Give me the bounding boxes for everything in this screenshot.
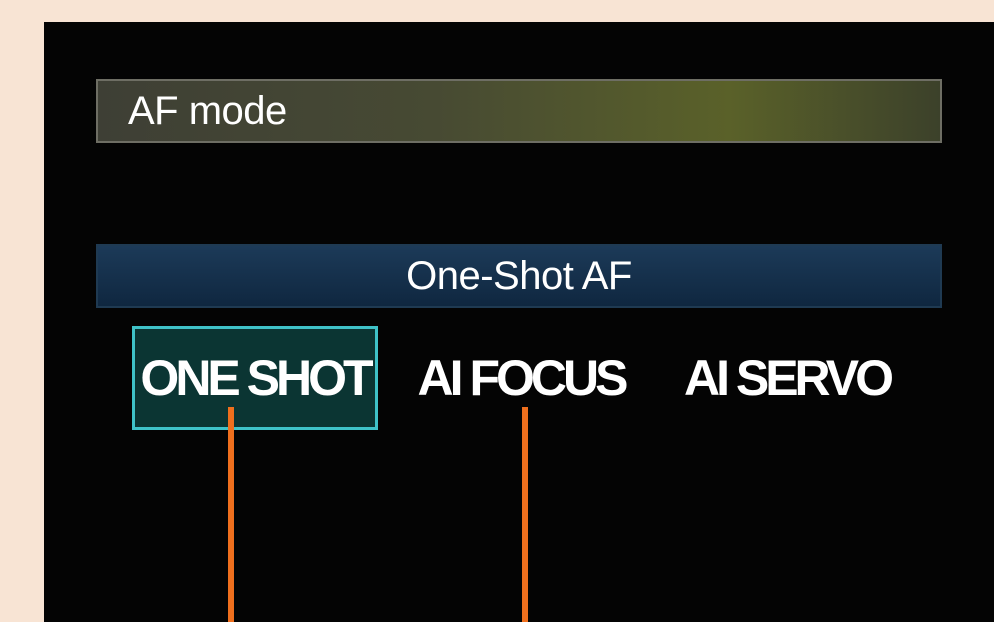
option-ai-focus[interactable]: AI FOCUS — [416, 326, 629, 430]
callout-line-ai-focus — [522, 407, 528, 622]
option-one-shot[interactable]: ONE SHOT — [132, 326, 378, 430]
camera-lcd-screen: AF mode One-Shot AF ONE SHOT AI FOCUS AI… — [44, 22, 994, 622]
menu-title: AF mode — [128, 89, 287, 133]
current-value-bar: One-Shot AF — [96, 244, 942, 308]
menu-title-bar: AF mode — [96, 79, 942, 143]
current-value-label: One-Shot AF — [406, 254, 632, 298]
callout-line-one-shot — [228, 407, 234, 622]
option-ai-servo-label: AI SERVO — [683, 350, 894, 406]
option-one-shot-label: ONE SHOT — [140, 350, 373, 406]
option-ai-focus-label: AI FOCUS — [417, 350, 629, 406]
page: AF mode One-Shot AF ONE SHOT AI FOCUS AI… — [0, 0, 994, 622]
option-ai-servo[interactable]: AI SERVO — [678, 326, 896, 430]
